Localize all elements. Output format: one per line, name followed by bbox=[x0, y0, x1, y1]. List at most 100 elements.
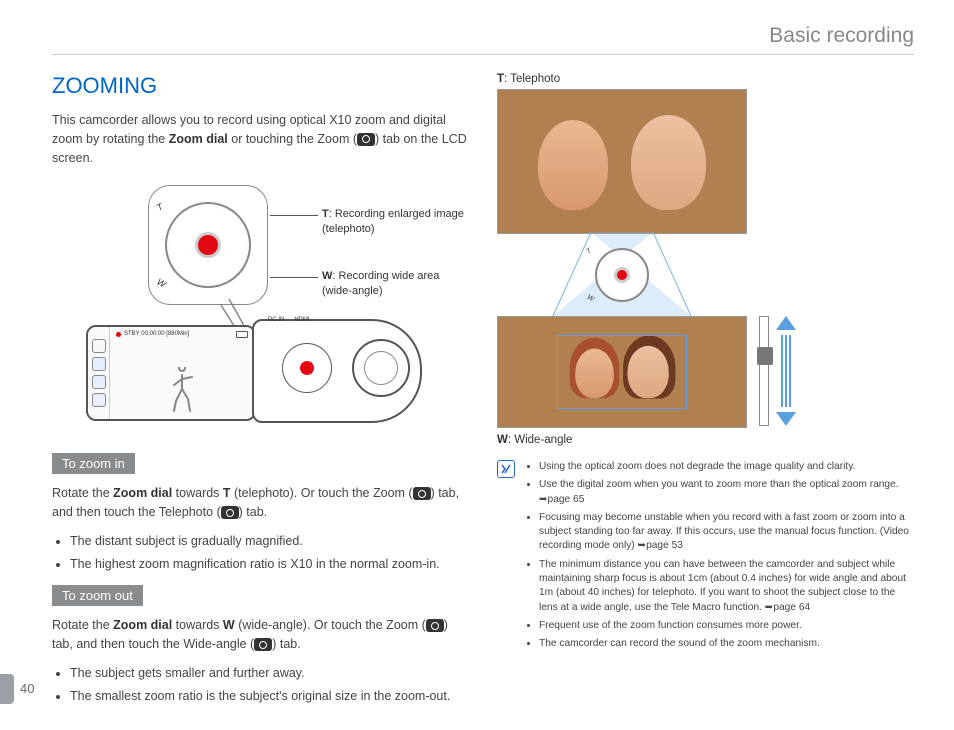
label-w-bold: W bbox=[497, 434, 508, 446]
zi-bold1: Zoom dial bbox=[113, 486, 172, 500]
example-photo-telephoto bbox=[497, 89, 747, 234]
xref-page: page 65 bbox=[548, 494, 585, 505]
battery-icon bbox=[236, 331, 248, 338]
zoom-out-paragraph: Rotate the Zoom dial towards W (wide-ang… bbox=[52, 616, 469, 654]
annotation-line-t bbox=[270, 215, 318, 216]
dial-label-t: T bbox=[155, 202, 165, 213]
dial-label-w: W bbox=[155, 277, 167, 290]
anno-t-text: : Recording enlarged image (telephoto) bbox=[322, 208, 464, 234]
wideangle-tab-icon bbox=[254, 638, 272, 651]
label-t-bold: T bbox=[497, 73, 504, 85]
xref-page: page 53 bbox=[646, 540, 683, 551]
list-item: The distant subject is gradually magnifi… bbox=[70, 532, 469, 551]
breadcrumb-header: Basic recording bbox=[52, 24, 914, 55]
zi-t5: ) tab. bbox=[239, 505, 268, 519]
wideangle-row bbox=[497, 316, 797, 428]
list-item: The subject gets smaller and further awa… bbox=[70, 664, 469, 683]
stby-dot-icon bbox=[116, 332, 121, 337]
label-telephoto: T: Telephoto bbox=[497, 73, 914, 85]
dial-callout: T W bbox=[148, 185, 268, 305]
xref-icon: ➥ bbox=[638, 540, 647, 551]
intro-paragraph: This camcorder allows you to record usin… bbox=[52, 111, 469, 167]
right-column: T: Telephoto T W bbox=[497, 73, 914, 709]
port-dcin: DC IN bbox=[268, 317, 284, 323]
subhead-zoom-out: To zoom out bbox=[52, 585, 143, 606]
lcd-status-label: STBY 00:00:00 [880Min] bbox=[124, 331, 189, 337]
zi-t2: towards bbox=[172, 486, 223, 500]
zoom-dial-illustration: T W bbox=[165, 202, 251, 288]
list-item: Use the digital zoom when you want to zo… bbox=[539, 478, 914, 507]
section-heading-zooming: ZOOMING bbox=[52, 73, 469, 99]
list-item: The minimum distance you can have betwee… bbox=[539, 558, 914, 615]
zoom-in-paragraph: Rotate the Zoom dial towards T (telephot… bbox=[52, 484, 469, 522]
zoom-tab-icon bbox=[357, 133, 375, 146]
xref-icon: ➥ bbox=[539, 494, 548, 505]
zo-t1: Rotate the bbox=[52, 618, 113, 632]
port-hdmi: HDMI bbox=[294, 317, 309, 323]
list-item: Frequent use of the zoom function consum… bbox=[539, 619, 914, 633]
page-number: 40 bbox=[20, 681, 34, 696]
lcd-status-text: STBY 00:00:00 [880Min] bbox=[116, 331, 189, 337]
label-t-text: : Telephoto bbox=[504, 73, 560, 85]
note-text: Focusing may become unstable when you re… bbox=[539, 512, 909, 552]
notes-list: Using the optical zoom does not degrade … bbox=[523, 460, 914, 655]
zi-bold2: T bbox=[223, 486, 231, 500]
camcorder-body: DC IN HDMI bbox=[252, 319, 422, 423]
note-box: Using the optical zoom does not degrade … bbox=[497, 460, 914, 655]
zi-t3: (telephoto). Or touch the Zoom ( bbox=[231, 486, 413, 500]
intro-text-2: or touching the Zoom ( bbox=[228, 132, 357, 146]
zo-t2: towards bbox=[172, 618, 223, 632]
camcorder-lens bbox=[352, 339, 410, 397]
example-photo-wideangle bbox=[497, 316, 747, 428]
zoom-dial-diagram: T W T: Recording enlarged image (telepho… bbox=[52, 177, 469, 427]
list-item: Using the optical zoom does not degrade … bbox=[539, 460, 914, 474]
lcd-side-button bbox=[92, 393, 106, 407]
cam-port-labels: DC IN HDMI bbox=[268, 317, 310, 323]
label-w-text: : Wide-angle bbox=[508, 434, 573, 446]
center-dial: T W bbox=[595, 248, 649, 302]
record-dot-icon bbox=[300, 361, 314, 375]
anno-w-bold: W bbox=[322, 270, 332, 282]
home-icon bbox=[92, 339, 106, 353]
list-item: Focusing may become unstable when you re… bbox=[539, 511, 914, 554]
arrow-up-icon bbox=[776, 316, 796, 330]
annotation-telephoto: T: Recording enlarged image (telephoto) bbox=[322, 207, 469, 236]
list-item: The camcorder can record the sound of th… bbox=[539, 637, 914, 651]
zoom-arrows-icon bbox=[775, 316, 797, 426]
zoom-in-bullets: The distant subject is gradually magnifi… bbox=[52, 532, 469, 574]
intro-bold: Zoom dial bbox=[169, 132, 228, 146]
zo-t3: (wide-angle). Or touch the Zoom ( bbox=[235, 618, 426, 632]
zoom-slider-thumb bbox=[757, 347, 773, 365]
lcd-side-button bbox=[92, 375, 106, 389]
arrow-down-icon bbox=[776, 412, 796, 426]
zoom-tab-icon bbox=[413, 487, 431, 500]
note-text: The minimum distance you can have betwee… bbox=[539, 559, 906, 613]
anno-t-bold: T bbox=[322, 208, 329, 220]
zo-bold1: Zoom dial bbox=[113, 618, 172, 632]
label-wideangle: W: Wide-angle bbox=[497, 434, 914, 446]
camcorder-lcd: STBY 00:00:00 [880Min] bbox=[86, 325, 256, 421]
zoom-tab-icon bbox=[426, 619, 444, 632]
zoom-rect-overlay bbox=[557, 335, 687, 409]
subhead-zoom-in: To zoom in bbox=[52, 453, 135, 474]
record-dot-icon bbox=[614, 267, 630, 283]
lcd-sidebar bbox=[88, 327, 110, 419]
left-column: ZOOMING This camcorder allows you to rec… bbox=[52, 73, 469, 709]
zo-t5: ) tab. bbox=[272, 637, 301, 651]
note-text: Use the digital zoom when you want to zo… bbox=[539, 479, 899, 490]
zoom-out-bullets: The subject gets smaller and further awa… bbox=[52, 664, 469, 706]
camcorder-dial bbox=[282, 343, 332, 393]
lcd-preview: STBY 00:00:00 [880Min] bbox=[110, 327, 254, 419]
camcorder-illustration: STBY 00:00:00 [880Min] DC IN HDMI bbox=[86, 319, 426, 427]
anno-w-text: : Recording wide area (wide-angle) bbox=[322, 270, 439, 296]
telephoto-tab-icon bbox=[221, 506, 239, 519]
note-icon bbox=[497, 460, 515, 478]
annotation-line-w bbox=[270, 277, 318, 278]
zoom-slider bbox=[759, 316, 769, 426]
zoom-beam-diagram: T W bbox=[497, 232, 797, 316]
list-item: The highest zoom magnification ratio is … bbox=[70, 555, 469, 574]
record-dot-icon bbox=[195, 232, 221, 258]
zi-t1: Rotate the bbox=[52, 486, 113, 500]
xref-page: page 64 bbox=[773, 602, 810, 613]
page-edge-tab bbox=[0, 674, 14, 704]
